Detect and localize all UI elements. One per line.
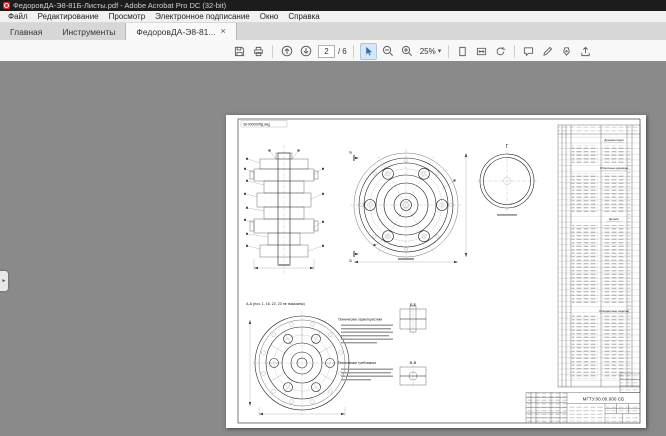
page-down-icon bbox=[300, 45, 312, 57]
print-icon bbox=[253, 46, 264, 57]
tab-close-icon[interactable]: × bbox=[221, 27, 226, 36]
tech-reqs-block: Технические требования bbox=[338, 361, 393, 380]
detail-bb-label: Б-Б bbox=[410, 302, 417, 307]
document-viewer: ► Э0-000000ПД.dwg bbox=[0, 61, 666, 436]
zoom-in-button[interactable] bbox=[400, 44, 415, 59]
single-page-view-button[interactable] bbox=[455, 44, 470, 59]
previous-page-button[interactable] bbox=[279, 44, 294, 59]
menu-view[interactable]: Просмотр bbox=[104, 12, 151, 21]
pdf-page[interactable]: Э0-000000ПД.dwg bbox=[226, 115, 646, 428]
navigation-panel-handle[interactable]: ► bbox=[0, 271, 8, 291]
fit-width-icon bbox=[476, 46, 487, 57]
save-button[interactable] bbox=[232, 44, 247, 59]
select-tool-button[interactable] bbox=[360, 43, 377, 60]
menu-help[interactable]: Справка bbox=[283, 12, 324, 21]
comment-tool-button[interactable] bbox=[521, 44, 536, 59]
assembly-section-view bbox=[244, 145, 324, 273]
title-bar: ФедоровДА-Э8-81Б-Листы.pdf - Adobe Acrob… bbox=[0, 0, 666, 11]
page-number-input[interactable]: 2 bbox=[318, 45, 335, 58]
document-designation: МГТУ.00.00.000 СБ bbox=[583, 397, 625, 402]
page-separator: / bbox=[338, 47, 340, 56]
dwg-file-label: Э0-000000ПД.dwg bbox=[243, 122, 270, 126]
detail-vv-label: В-В bbox=[410, 360, 417, 365]
share-tool-button[interactable] bbox=[578, 44, 593, 59]
tab-document[interactable]: ФедоровДА-Э8-81... × bbox=[125, 23, 236, 40]
print-button[interactable] bbox=[251, 44, 266, 59]
tab-home[interactable]: Главная bbox=[0, 23, 52, 40]
menu-file[interactable]: Файл bbox=[3, 12, 33, 21]
menu-edit[interactable]: Редактирование bbox=[33, 12, 104, 21]
detail-bb-view: Б-Б bbox=[400, 302, 426, 335]
menu-bar: Файл Редактирование Просмотр Электронное… bbox=[0, 11, 666, 23]
tech-reqs-title: Технические требования bbox=[338, 361, 376, 365]
cut-marker-top: Б bbox=[349, 150, 352, 155]
share-icon bbox=[580, 46, 591, 57]
section-aa-label: А-А (поз. 1, 16, 22, 23 не показаны) bbox=[246, 302, 305, 306]
zoom-out-icon bbox=[382, 45, 394, 57]
engineering-drawing: Э0-000000ПД.dwg bbox=[226, 115, 646, 428]
tab-tools[interactable]: Инструменты bbox=[52, 23, 125, 40]
highlight-tool-button[interactable] bbox=[540, 44, 555, 59]
menu-esign[interactable]: Электронное подписание bbox=[150, 12, 255, 21]
spec-section-assemblies: Сборочные единицы bbox=[600, 166, 628, 170]
select-arrow-icon bbox=[363, 46, 374, 57]
fill-sign-tool-button[interactable] bbox=[559, 44, 574, 59]
zoom-in-icon bbox=[401, 45, 413, 57]
spec-section-docs: Документация bbox=[604, 138, 624, 142]
view-g-label: Г bbox=[506, 144, 509, 150]
next-page-button[interactable] bbox=[298, 44, 313, 59]
view-g: Г bbox=[477, 144, 537, 216]
pencil-icon bbox=[542, 46, 553, 57]
comment-bubble-icon bbox=[523, 46, 534, 57]
tech-specs-title: Технические характеристики bbox=[338, 318, 382, 322]
rotate-view-button[interactable] bbox=[493, 44, 508, 59]
spec-section-parts: Детали bbox=[609, 217, 619, 221]
rotate-icon bbox=[495, 46, 506, 57]
sign-nib-icon bbox=[561, 46, 572, 57]
page-total: 6 bbox=[342, 47, 346, 56]
page-up-icon bbox=[281, 45, 293, 57]
zoom-level-dropdown[interactable]: 25% ▾ bbox=[420, 47, 442, 56]
cut-marker-bottom: Б bbox=[349, 258, 352, 263]
fit-width-button[interactable] bbox=[474, 44, 489, 59]
detail-vv-view: В-В bbox=[400, 360, 426, 387]
tech-specs-block: Технические характеристики bbox=[338, 318, 393, 344]
spec-section-standard: Стандартные изделия bbox=[599, 309, 629, 313]
front-circular-view: Б Б bbox=[349, 149, 466, 263]
panel-expand-icon: ► bbox=[2, 278, 7, 284]
tab-document-label: ФедоровДА-Э8-81... bbox=[136, 27, 215, 37]
zoom-value: 25% bbox=[420, 47, 436, 56]
section-aa-view: А-А (поз. 1, 16, 22, 23 не показаны) bbox=[246, 302, 352, 416]
caret-down-icon: ▾ bbox=[438, 47, 442, 55]
zoom-out-button[interactable] bbox=[381, 44, 396, 59]
specification-table: Документация Сборочные единицы Детали Ст… bbox=[558, 125, 640, 387]
single-page-icon bbox=[457, 46, 468, 57]
save-icon bbox=[234, 46, 245, 57]
tab-bar: Главная Инструменты ФедоровДА-Э8-81... × bbox=[0, 23, 666, 40]
window-title: ФедоровДА-Э8-81Б-Листы.pdf - Adobe Acrob… bbox=[13, 1, 226, 10]
main-toolbar: 2 / 6 25% ▾ bbox=[0, 40, 666, 63]
acrobat-app-icon bbox=[3, 2, 10, 9]
menu-window[interactable]: Окно bbox=[255, 12, 284, 21]
